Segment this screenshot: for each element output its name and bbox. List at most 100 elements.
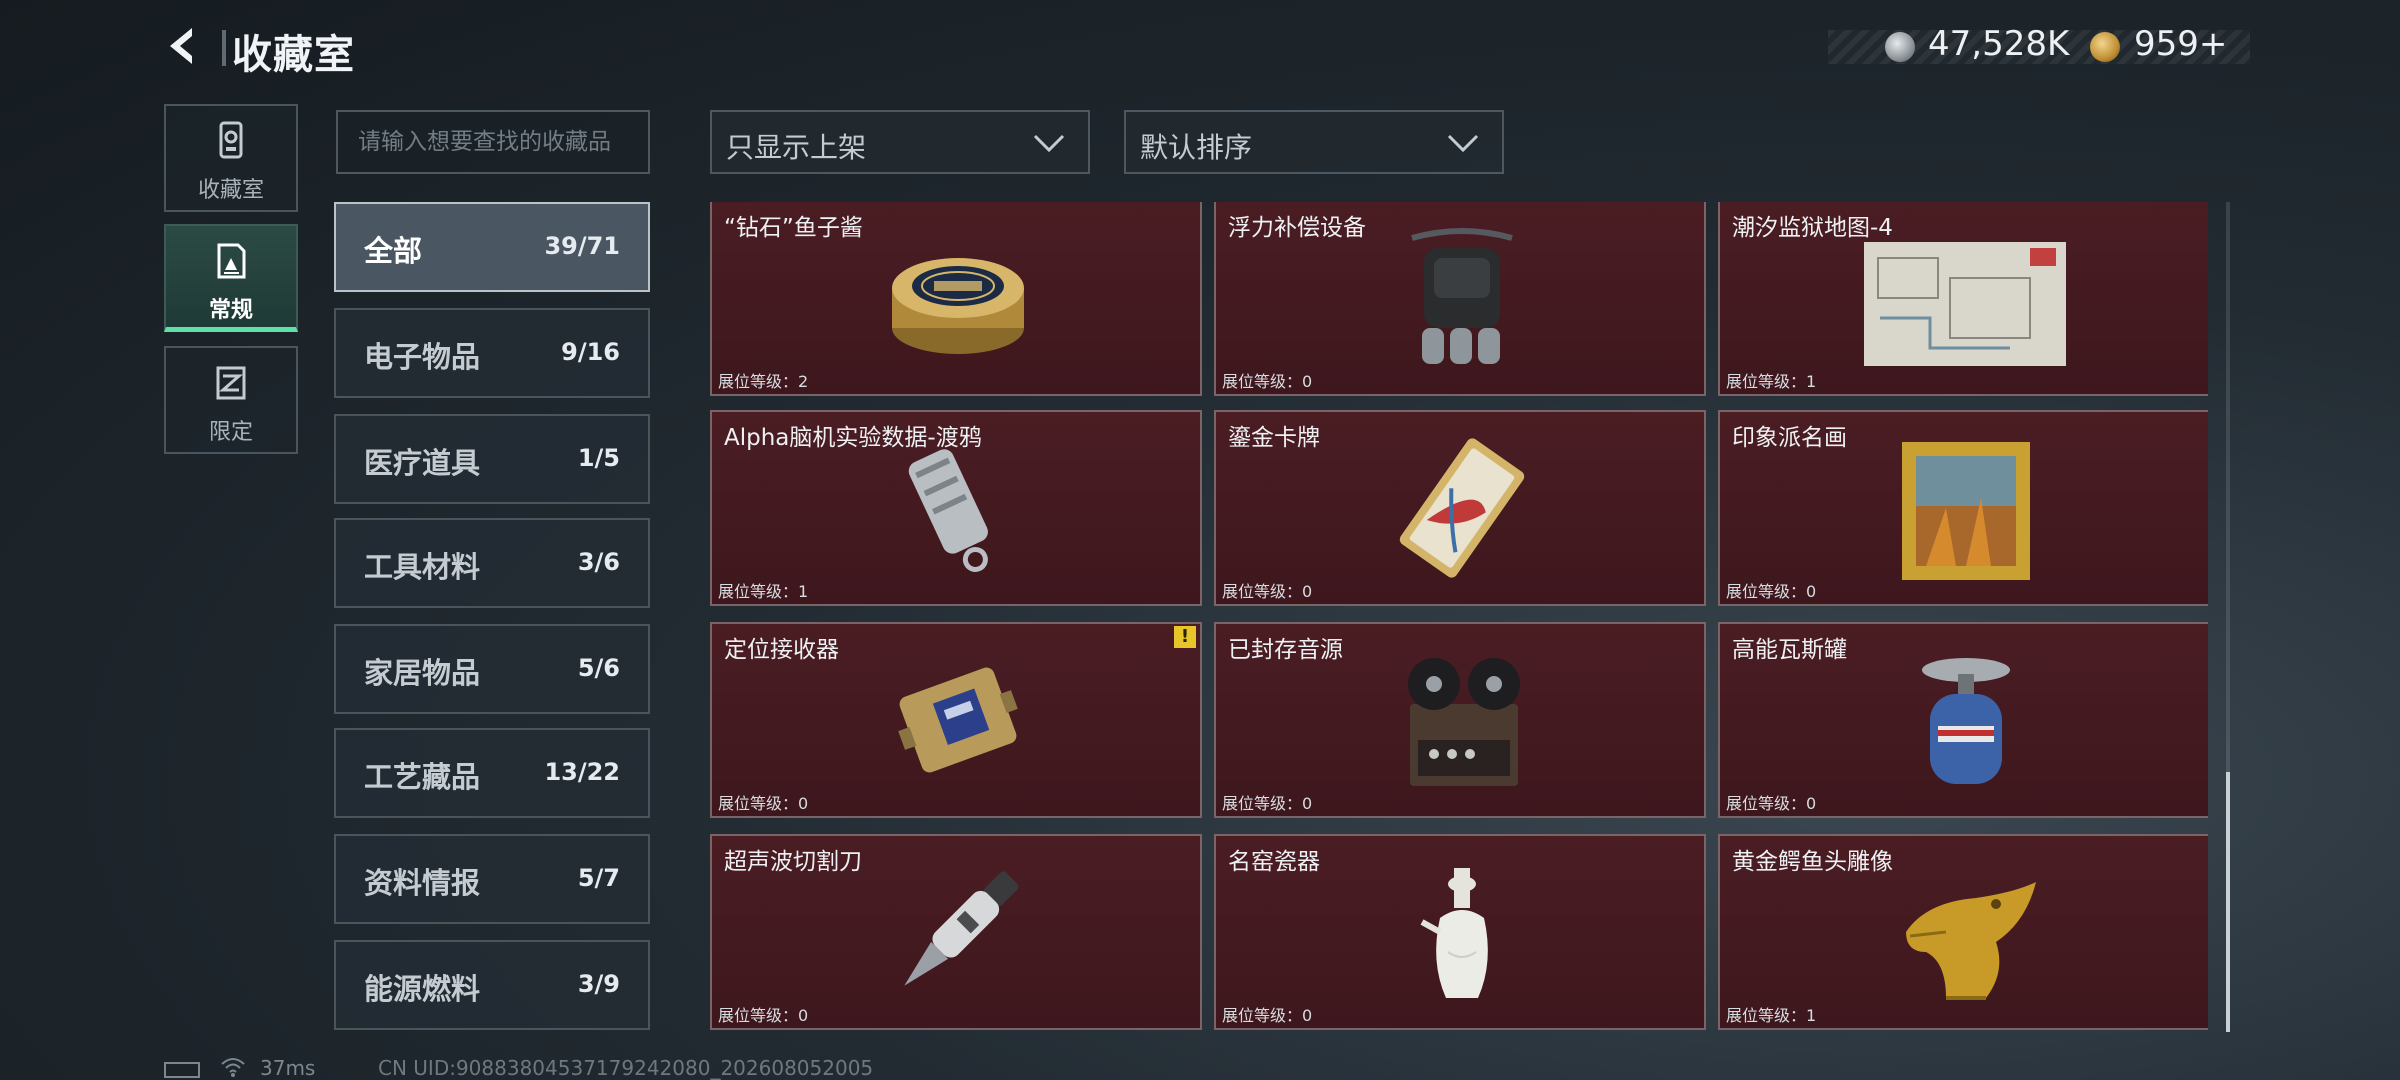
subcategory-label: 能源燃料 [364, 972, 481, 1006]
silver-coin-icon [1885, 32, 1915, 62]
subcategory-crafts[interactable]: 工艺藏品 13/22 [334, 728, 650, 818]
back-button[interactable] [160, 22, 208, 70]
sort-value: 默认排序 [1140, 131, 1253, 164]
subcategory-household[interactable]: 家居物品 5/6 [334, 624, 650, 714]
item-card[interactable]: 黄金鳄鱼头雕像 展位等级：1 [1718, 834, 2208, 1030]
subcategory-electronics[interactable]: 电子物品 9/16 [334, 308, 650, 398]
item-card[interactable]: 名窑瓷器 展位等级：0 [1214, 834, 1706, 1030]
item-level: 展位等级：0 [1726, 582, 1817, 601]
subcategory-count: 5/6 [577, 654, 620, 682]
gilded-card-icon [1399, 438, 1525, 578]
tab-limited-label: 限定 [208, 420, 253, 445]
vault-icon [219, 121, 243, 159]
display-filter-dropdown[interactable]: 只显示上架 [710, 110, 1090, 174]
subcategory-label: 资料情报 [364, 866, 481, 900]
item-card[interactable]: 定位接收器 ! 展位等级：0 [710, 622, 1202, 818]
item-level: 展位等级：0 [1222, 1006, 1313, 1025]
locator-receiver-icon [898, 667, 1018, 773]
subcategory-tools[interactable]: 工具材料 3/6 [334, 518, 650, 608]
item-card[interactable]: 超声波切割刀 展位等级：0 [710, 834, 1202, 1030]
subcategory-count: 1/5 [577, 444, 620, 472]
frame-icon [217, 243, 246, 279]
subcategory-medical[interactable]: 医疗道具 1/5 [334, 414, 650, 504]
page-title: 收藏室 [232, 32, 355, 78]
item-level: 展位等级：1 [718, 582, 809, 601]
item-level: 展位等级：0 [1222, 582, 1313, 601]
item-name: 名窑瓷器 [1228, 849, 1320, 875]
item-name: 印象派名画 [1732, 425, 1847, 451]
subcategory-label: 医疗道具 [364, 446, 481, 480]
item-level: 展位等级：1 [1726, 1006, 1817, 1025]
porcelain-vase-icon [1420, 868, 1488, 998]
item-name: 超声波切割刀 [724, 849, 862, 875]
grid-scrollbar[interactable] [2226, 202, 2230, 1032]
subcategory-intel[interactable]: 资料情报 5/7 [334, 834, 650, 924]
item-name: 鎏金卡牌 [1228, 425, 1320, 451]
crocodile-statue-icon [1906, 882, 2036, 1000]
item-name: 浮力补偿设备 [1228, 215, 1366, 241]
subcategory-count: 3/6 [577, 548, 620, 576]
collection-grid: “钻石”鱼子酱 展位等级：2 浮力补偿设备 展位等级：0 潮汐监狱地图-4 展位… [708, 202, 2208, 1032]
gold-currency-value: 959+ [2134, 24, 2228, 64]
back-arrow-icon [170, 28, 192, 64]
subcategory-label: 工艺藏品 [364, 760, 481, 794]
display-filter-value: 只显示上架 [726, 131, 867, 164]
ping-value: 37ms [260, 1056, 316, 1080]
subcategory-all[interactable]: 全部 39/71 [334, 202, 650, 292]
sort-dropdown[interactable]: 默认排序 [1124, 110, 1504, 174]
subcategory-count: 3/9 [577, 970, 620, 998]
ultrasonic-knife-icon [904, 871, 1019, 986]
search-input[interactable] [336, 110, 650, 174]
item-name: “钻石”鱼子酱 [724, 215, 863, 241]
item-card[interactable]: 浮力补偿设备 展位等级：0 [1214, 202, 1706, 396]
item-card[interactable]: 已封存音源 展位等级：0 [1214, 622, 1706, 818]
item-card[interactable]: Alpha脑机实验数据-渡鸦 展位等级：1 [710, 410, 1202, 606]
reel-recorder-icon [1408, 658, 1520, 786]
item-name: 高能瓦斯罐 [1732, 637, 1847, 663]
battery-icon [164, 1062, 200, 1078]
subcategory-count: 13/22 [544, 758, 620, 786]
tab-vault-label: 收藏室 [197, 178, 264, 203]
buoyancy-device-icon [1411, 228, 1513, 364]
prison-map-icon [1864, 242, 2066, 366]
gas-canister-icon [1922, 658, 2010, 784]
data-drive-icon [908, 449, 988, 572]
item-level: 展位等级：2 [718, 372, 809, 391]
subcategory-count: 39/71 [544, 232, 620, 260]
tab-regular-label: 常规 [208, 298, 253, 323]
tab-limited[interactable]: 限定 [164, 346, 298, 454]
tab-vault[interactable]: 收藏室 [164, 104, 298, 212]
subcategory-label: 家居物品 [364, 656, 481, 690]
gold-coin-icon [2090, 32, 2120, 62]
currency-panel: 47,528K 959+ [1828, 24, 2250, 64]
subcategory-count: 5/7 [577, 864, 620, 892]
limited-icon [216, 366, 246, 400]
painting-icon [1902, 442, 2030, 580]
subcategory-fuel[interactable]: 能源燃料 3/9 [334, 940, 650, 1030]
tab-regular[interactable]: 常规 [164, 224, 298, 332]
user-uid: CN UID:9088380453717924208​0_20260805200… [378, 1056, 874, 1080]
item-level: 展位等级：1 [1726, 372, 1817, 391]
item-level: 展位等级：0 [1222, 794, 1313, 813]
item-level: 展位等级：0 [1222, 372, 1313, 391]
chevron-down-icon [1033, 134, 1065, 153]
title-divider [222, 30, 226, 66]
scrollbar-thumb[interactable] [2226, 772, 2230, 1032]
item-card[interactable]: 高能瓦斯罐 展位等级：0 [1718, 622, 2208, 818]
subcategory-label: 电子物品 [364, 340, 481, 374]
chevron-down-icon [1447, 134, 1479, 153]
silver-currency-value: 47,528K [1928, 24, 2070, 64]
item-name: 定位接收器 [724, 637, 839, 663]
subcategory-count: 9/16 [561, 338, 620, 366]
item-level: 展位等级：0 [718, 1006, 809, 1025]
warning-badge-icon: ! [1174, 626, 1196, 648]
subcategory-label: 工具材料 [364, 550, 481, 584]
item-card[interactable]: “钻石”鱼子酱 展位等级：2 [710, 202, 1202, 396]
item-card[interactable]: 潮汐监狱地图-4 展位等级：1 [1718, 202, 2208, 396]
wifi-icon [221, 1058, 245, 1077]
item-card[interactable]: 印象派名画 展位等级：0 [1718, 410, 2208, 606]
item-name: 已封存音源 [1228, 637, 1343, 663]
item-card[interactable]: 鎏金卡牌 展位等级：0 [1214, 410, 1706, 606]
item-name: 黄金鳄鱼头雕像 [1732, 849, 1893, 875]
item-level: 展位等级：0 [1726, 794, 1817, 813]
